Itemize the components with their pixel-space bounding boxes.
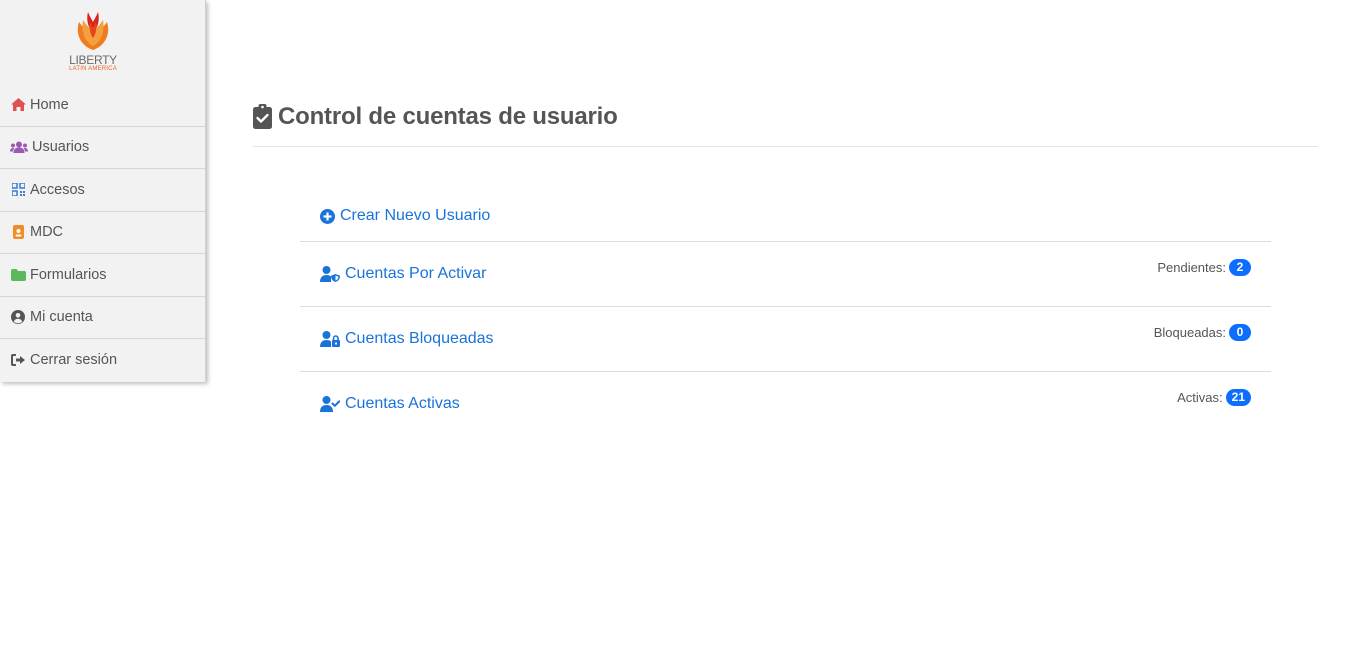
user-lock-icon	[320, 331, 340, 347]
sidebar-item-label: Mi cuenta	[30, 309, 93, 326]
sidebar-item-home[interactable]: Home	[0, 84, 205, 127]
sidebar-item-mi-cuenta[interactable]: Mi cuenta	[0, 297, 205, 339]
active-accounts-label: Cuentas Activas	[345, 395, 460, 412]
brand-logo[interactable]: LIBERTY LATIN AMERICA	[0, 0, 205, 84]
create-user-link[interactable]: Crear Nuevo Usuario	[320, 207, 490, 225]
brand-subtitle: LATIN AMERICA	[69, 66, 117, 72]
plus-circle-icon	[320, 208, 335, 224]
blocked-count-badge: 0	[1229, 324, 1251, 341]
list-item-create-user: Crear Nuevo Usuario	[300, 195, 1271, 242]
id-badge-icon	[10, 225, 26, 240]
sidebar-item-accesos[interactable]: Accesos	[0, 169, 205, 212]
sidebar-item-cerrar-sesion[interactable]: Cerrar sesión	[0, 339, 205, 382]
sidebar-item-label: Formularios	[30, 266, 107, 283]
brand-name: LIBERTY	[69, 53, 117, 67]
sidebar-item-label: Usuarios	[32, 139, 90, 156]
qrcode-icon	[10, 183, 26, 197]
sidebar-item-mdc[interactable]: MDC	[0, 212, 205, 254]
user-shield-icon	[320, 266, 340, 282]
active-accounts-link[interactable]: Cuentas Activas	[320, 395, 460, 413]
blocked-accounts-link[interactable]: Cuentas Bloqueadas	[320, 330, 494, 348]
list-item-blocked-accounts: Cuentas Bloqueadas Bloqueadas: 0	[300, 307, 1271, 372]
page-title: Control de cuentas de usuario	[278, 103, 618, 130]
sign-out-icon	[10, 353, 26, 367]
home-icon	[10, 98, 26, 112]
sidebar-item-label: Cerrar sesión	[30, 352, 118, 369]
liberty-flower-icon	[77, 12, 109, 50]
pending-count: Pendientes: 2	[1157, 259, 1251, 276]
blocked-count: Bloqueadas: 0	[1154, 324, 1251, 341]
pending-count-badge: 2	[1229, 259, 1251, 276]
page-header: Control de cuentas de usuario	[253, 102, 1318, 147]
folder-icon	[10, 268, 26, 282]
clipboard-check-icon	[253, 104, 272, 134]
user-circle-icon	[10, 310, 26, 325]
sidebar-item-label: MDC	[30, 224, 64, 241]
pending-count-label: Pendientes:	[1157, 260, 1226, 275]
blocked-count-label: Bloqueadas:	[1153, 325, 1226, 340]
active-count-label: Activas:	[1177, 390, 1223, 405]
users-icon	[10, 140, 28, 154]
sidebar-item-formularios[interactable]: Formularios	[0, 254, 205, 297]
account-control-list: Crear Nuevo Usuario Cuentas Por Activar …	[300, 195, 1271, 437]
blocked-accounts-label: Cuentas Bloqueadas	[345, 330, 494, 347]
active-count: Activas: 21	[1177, 389, 1251, 406]
pending-accounts-label: Cuentas Por Activar	[345, 265, 487, 282]
sidebar-item-label: Accesos	[30, 181, 85, 198]
list-item-active-accounts: Cuentas Activas Activas: 21	[300, 372, 1271, 437]
list-item-pending-accounts: Cuentas Por Activar Pendientes: 2	[300, 242, 1271, 307]
sidebar-item-label: Home	[30, 96, 69, 113]
user-check-icon	[320, 396, 340, 412]
create-user-label: Crear Nuevo Usuario	[340, 207, 491, 224]
sidebar-item-usuarios[interactable]: Usuarios	[0, 127, 205, 169]
sidebar: LIBERTY LATIN AMERICA Home Usuarios Acce…	[0, 0, 206, 382]
pending-accounts-link[interactable]: Cuentas Por Activar	[320, 265, 486, 283]
active-count-badge: 21	[1225, 389, 1251, 406]
